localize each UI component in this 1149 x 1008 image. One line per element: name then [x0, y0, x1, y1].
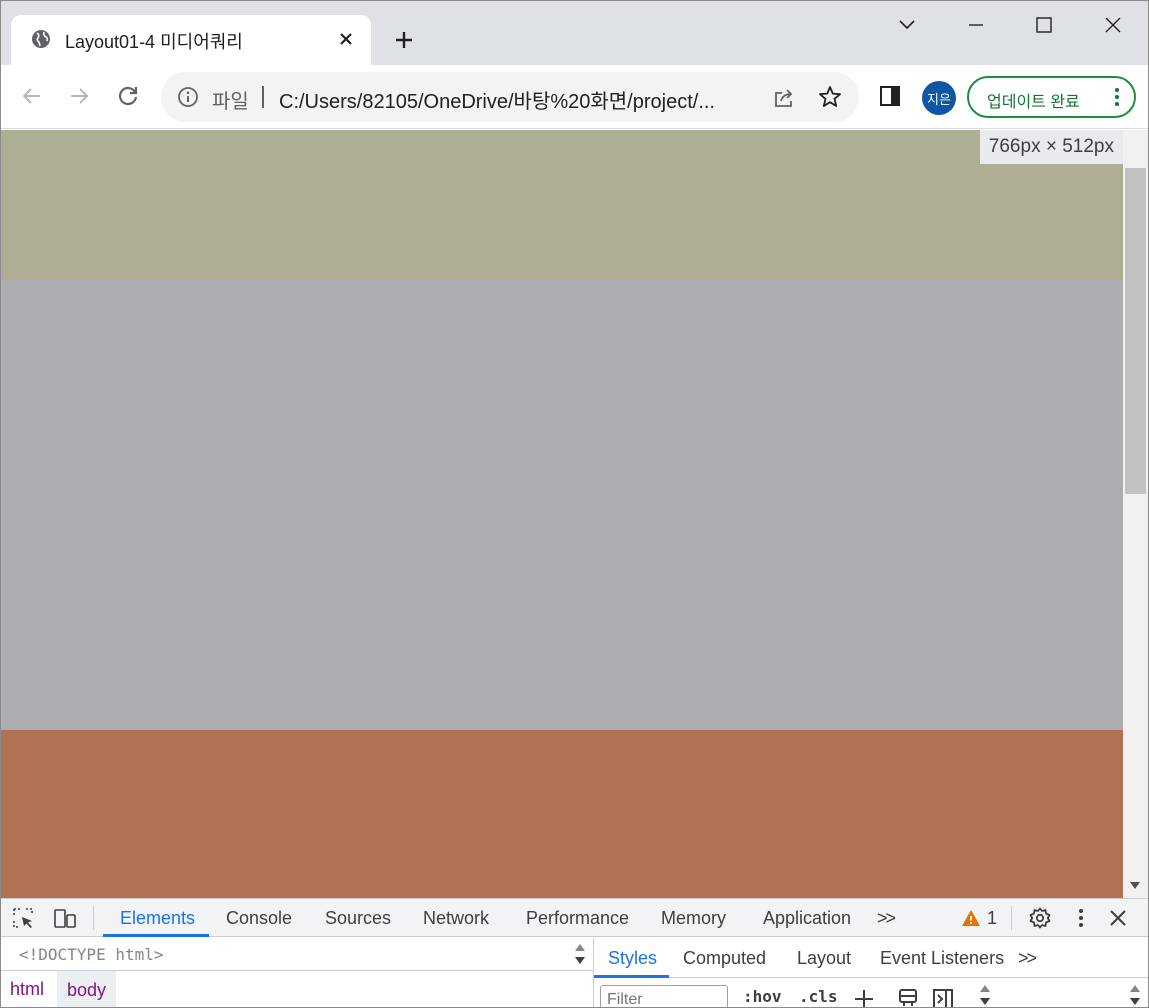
- tab-console[interactable]: Console: [226, 908, 292, 929]
- arrow-left-icon: [22, 88, 40, 104]
- kebab-icon[interactable]: [1069, 906, 1093, 930]
- active-tab-indicator: [594, 975, 669, 978]
- plus-icon[interactable]: [852, 987, 876, 1008]
- tab-strip: Layout01-4 미디어쿼리: [1, 1, 1148, 65]
- header-band: [1, 130, 1123, 280]
- back-button[interactable]: [17, 81, 47, 111]
- dom-tree-pane: <!DOCTYPE html> html body: [1, 938, 593, 1007]
- breadcrumb-body[interactable]: body: [57, 971, 117, 1007]
- styles-filter-input[interactable]: [600, 985, 728, 1007]
- divider: [262, 86, 264, 108]
- side-panel-icon[interactable]: [878, 84, 902, 108]
- gear-icon[interactable]: [1028, 906, 1052, 930]
- arrow-right-icon: [71, 88, 89, 104]
- page-scrollbar[interactable]: [1123, 130, 1148, 898]
- maximize-icon[interactable]: [1021, 11, 1067, 39]
- tab-elements[interactable]: Elements: [120, 908, 195, 929]
- tab-layout[interactable]: Layout: [797, 948, 851, 969]
- tab-styles[interactable]: Styles: [608, 948, 657, 969]
- styles-tabbar: Styles Computed Layout Event Listeners >…: [594, 938, 1148, 978]
- scheme-label: 파일: [212, 91, 249, 113]
- update-label: 업데이트 완료: [987, 94, 1080, 111]
- pane-scroll-arrows-icon[interactable]: [573, 940, 587, 968]
- share-icon[interactable]: [771, 85, 797, 111]
- browser-window: Layout01-4 미디어쿼리 파일 C:/Users/82105/OneDr…: [0, 0, 1149, 1008]
- breadcrumb: html body: [1, 970, 593, 1007]
- more-tabs-button[interactable]: >>: [877, 908, 896, 929]
- styles-pane: Styles Computed Layout Event Listeners >…: [593, 938, 1148, 1008]
- warning-count[interactable]: 1: [987, 908, 997, 929]
- kebab-icon: [1115, 88, 1119, 106]
- doctype-node[interactable]: <!DOCTYPE html>: [19, 945, 164, 964]
- active-tab-indicator: [103, 934, 209, 937]
- tab-network[interactable]: Network: [423, 908, 489, 929]
- computed-sidebar-icon[interactable]: [931, 987, 955, 1008]
- browser-toolbar: 파일 C:/Users/82105/OneDrive/바탕%20화면/proje…: [1, 65, 1148, 129]
- url-text[interactable]: C:/Users/82105/OneDrive/바탕%20화면/project/…: [279, 85, 715, 114]
- main-band: [1, 280, 1123, 730]
- device-toolbar-icon[interactable]: [53, 906, 77, 930]
- avatar[interactable]: 지은: [922, 81, 956, 115]
- rendering-emulation-icon[interactable]: [896, 987, 920, 1008]
- cls-toggle[interactable]: .cls: [799, 987, 838, 1006]
- page-viewport: 766px × 512px: [1, 130, 1123, 898]
- pane-scroll-arrows-icon[interactable]: [1128, 981, 1142, 1008]
- footer-band: [1, 730, 1123, 898]
- viewport-dimension-badge: 766px × 512px: [979, 130, 1123, 164]
- tab-sources[interactable]: Sources: [325, 908, 391, 929]
- forward-button[interactable]: [64, 81, 94, 111]
- warning-icon[interactable]: [961, 908, 981, 928]
- browser-tab[interactable]: Layout01-4 미디어쿼리: [11, 15, 371, 65]
- update-button[interactable]: 업데이트 완료: [967, 76, 1136, 118]
- reload-button[interactable]: [113, 81, 143, 111]
- tab-memory[interactable]: Memory: [661, 908, 726, 929]
- divider: [93, 906, 94, 930]
- breadcrumb-html[interactable]: html: [10, 979, 44, 1000]
- divider: [1011, 906, 1012, 930]
- close-devtools-icon[interactable]: [1106, 906, 1130, 930]
- plus-icon[interactable]: [389, 25, 419, 55]
- tab-search-chevron-down-icon[interactable]: [884, 11, 930, 39]
- star-icon[interactable]: [817, 84, 843, 110]
- tab-performance[interactable]: Performance: [526, 908, 629, 929]
- close-icon[interactable]: [335, 28, 357, 50]
- address-bar[interactable]: 파일 C:/Users/82105/OneDrive/바탕%20화면/proje…: [161, 72, 859, 122]
- reload-icon: [118, 86, 138, 106]
- tab-event-listeners[interactable]: Event Listeners: [880, 948, 1004, 969]
- pane-scroll-arrows-icon[interactable]: [978, 981, 992, 1008]
- scrollbar-thumb[interactable]: [1125, 168, 1146, 494]
- more-styles-tabs-button[interactable]: >>: [1018, 948, 1037, 969]
- tab-title: Layout01-4 미디어쿼리: [65, 32, 243, 52]
- scroll-down-arrow-icon[interactable]: [1130, 882, 1140, 889]
- tab-application[interactable]: Application: [763, 908, 851, 929]
- hov-toggle[interactable]: :hov: [743, 987, 782, 1006]
- globe-icon: [32, 30, 50, 48]
- devtools-tabbar: Elements Console Sources Network Perform…: [1, 899, 1148, 937]
- tab-computed[interactable]: Computed: [683, 948, 766, 969]
- devtools-panel: Elements Console Sources Network Perform…: [1, 898, 1148, 1008]
- window-close-icon[interactable]: [1090, 11, 1136, 39]
- info-icon[interactable]: [177, 86, 199, 108]
- inspect-element-icon[interactable]: [11, 906, 35, 930]
- minimize-icon[interactable]: [953, 11, 999, 39]
